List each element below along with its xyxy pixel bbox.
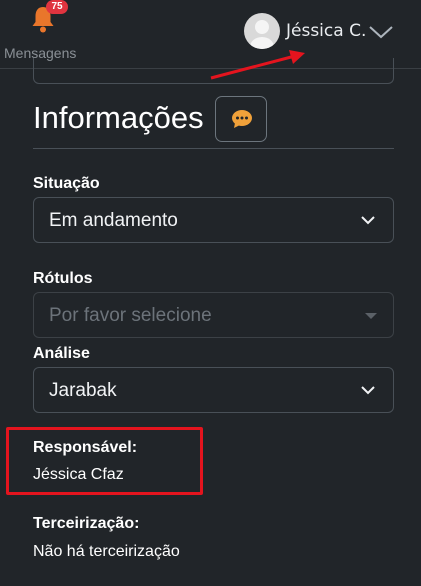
situacao-label: Situação [33, 175, 100, 192]
chat-bubble-icon [232, 110, 252, 128]
rotulos-placeholder: Por favor selecione [49, 305, 212, 326]
messages-badge: 75 [46, 0, 68, 14]
section-title: Informações [33, 100, 204, 135]
chevron-down-icon [361, 216, 375, 225]
terceirizacao-value: Não há terceirização [33, 543, 180, 560]
annotation-arrow [210, 50, 305, 80]
annotation-highlight-box [6, 427, 203, 495]
situacao-value: Em andamento [49, 210, 178, 231]
chevron-down-icon [369, 26, 393, 39]
section-divider [33, 148, 394, 149]
user-name: Jéssica C. [286, 21, 367, 41]
rotulos-select[interactable]: Por favor selecione [33, 292, 394, 338]
chevron-down-icon [361, 386, 375, 395]
analise-select[interactable]: Jarabak [33, 367, 394, 413]
responsavel-label: Responsável: [33, 439, 138, 456]
caret-down-icon [365, 313, 377, 319]
analise-label: Análise [33, 345, 90, 362]
rotulos-label: Rótulos [33, 270, 93, 287]
terceirizacao-label: Terceirização: [33, 515, 140, 532]
chat-button[interactable] [215, 96, 267, 142]
situacao-select[interactable]: Em andamento [33, 197, 394, 243]
responsavel-value: Jéssica Cfaz [33, 466, 124, 483]
page: 75 Mensagens Jéssica C. Informações Situ… [0, 0, 421, 586]
analise-value: Jarabak [49, 380, 117, 401]
